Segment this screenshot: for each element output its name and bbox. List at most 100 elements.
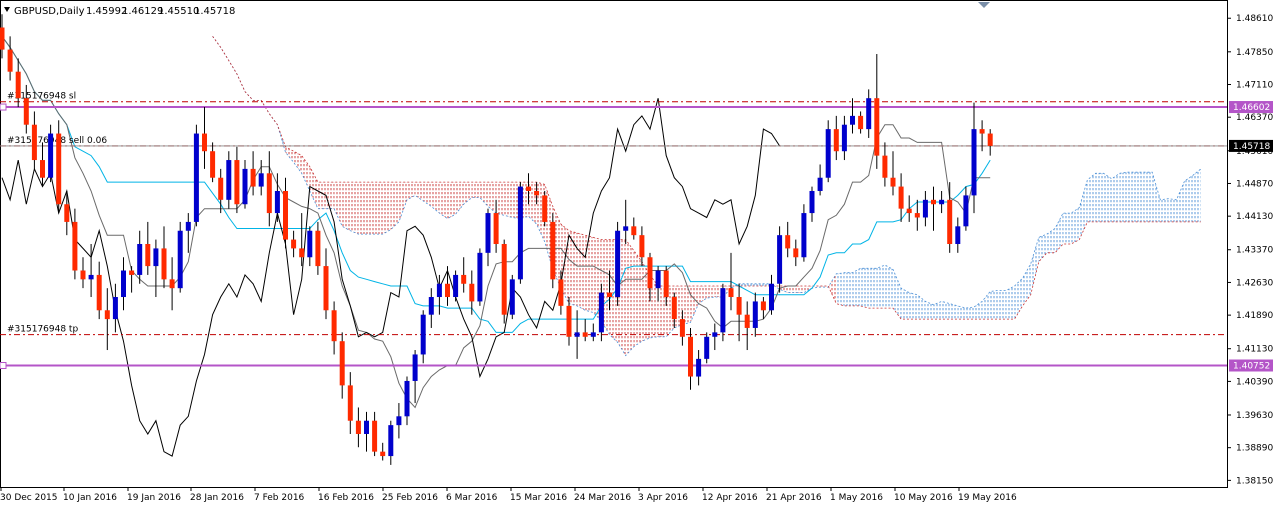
price-tick-label: 1.38890 — [1236, 444, 1273, 454]
candle-body — [23, 98, 29, 125]
cloud-segment — [941, 301, 950, 320]
candle-body — [64, 204, 70, 222]
candle-body — [898, 186, 904, 209]
candle-body — [623, 226, 629, 231]
candle-body — [339, 341, 345, 386]
chikou-span-line — [1, 98, 781, 457]
candle-body — [250, 168, 256, 187]
time-axis[interactable]: 30 Dec 2015 10 Jan 2016 19 Jan 2016 28 Jan … — [0, 487, 1017, 503]
candle-body — [315, 230, 321, 267]
cloud-segment — [1192, 168, 1201, 222]
candle-body — [777, 235, 783, 284]
price-tick-label: 1.44870 — [1236, 179, 1273, 189]
cloud-segment — [245, 91, 254, 101]
candle-body — [258, 173, 264, 187]
candle-body — [477, 252, 483, 302]
candle-body — [364, 420, 369, 434]
candle-body — [906, 208, 912, 214]
level-handle — [0, 103, 7, 111]
price-axis[interactable]: 1.486101.478501.471101.463701.456101.448… — [1227, 14, 1273, 486]
price-badge-label: 1.45718 — [1233, 142, 1270, 152]
cloud-segment — [350, 182, 359, 235]
cloud-segment — [1071, 207, 1080, 244]
candle-body — [558, 279, 564, 306]
cloud-segment — [1136, 172, 1145, 222]
candle-body — [931, 199, 936, 205]
candle-body — [736, 297, 742, 315]
candle-body — [655, 270, 661, 289]
cloud-segment — [1176, 181, 1185, 222]
candle-body — [48, 133, 54, 178]
cloud-segment — [982, 291, 991, 320]
cloud-segment — [1030, 237, 1039, 295]
cloud-segment — [949, 303, 958, 320]
cloud-segment — [1111, 173, 1120, 222]
cloud-segment — [301, 155, 310, 191]
cloud-segment — [585, 235, 594, 313]
cloud-segment — [787, 285, 796, 293]
candle-body — [914, 213, 920, 218]
chart-shift-marker-icon[interactable] — [978, 2, 990, 8]
cloud-segment — [1168, 198, 1177, 222]
candle-body — [712, 332, 718, 337]
time-tick-label: 10 May 2016 — [894, 493, 953, 503]
candle-body — [307, 230, 313, 258]
time-tick-label: 15 Mar 2016 — [510, 493, 567, 503]
cloud-segment — [463, 182, 472, 205]
candle-body — [274, 190, 280, 214]
symbol-label: GBPUSD,Daily — [14, 6, 85, 17]
cloud-segment — [795, 285, 804, 293]
candle-body — [226, 160, 232, 200]
time-tick-label: 1 May 2016 — [830, 493, 883, 503]
cloud-segment — [690, 285, 699, 323]
candle-body — [436, 283, 442, 298]
candle-body — [347, 385, 353, 421]
candle-body — [947, 199, 953, 244]
candle-body — [202, 133, 207, 152]
cloud-segment — [479, 182, 488, 207]
candle-body — [96, 274, 102, 311]
candle-body — [882, 155, 888, 178]
candle-body — [291, 239, 297, 249]
time-tick-label: 19 May 2016 — [958, 493, 1017, 503]
price-tick-label: 1.47110 — [1236, 81, 1273, 91]
candle-body — [987, 133, 993, 146]
candle-body — [266, 173, 272, 214]
candle-body — [566, 305, 572, 337]
time-tick-label: 6 Mar 2016 — [446, 493, 498, 503]
candle-body — [461, 274, 467, 284]
candle-body — [663, 270, 669, 298]
candle-body — [355, 420, 361, 434]
candle-body — [485, 213, 491, 253]
cloud-segment — [698, 285, 707, 304]
cloud-segment — [1095, 173, 1104, 222]
dropdown-triangle-icon[interactable] — [4, 7, 10, 12]
candle-body — [40, 160, 45, 178]
candle-body — [72, 221, 78, 271]
candlestick-series — [0, 14, 993, 465]
candle-body — [331, 310, 337, 342]
chart-window[interactable]: #315176948 sl#315176948 sell 0.06#315176… — [0, 0, 1274, 510]
candle-body — [517, 186, 523, 280]
cloud-segment — [933, 301, 942, 320]
price-badge-label: 1.40752 — [1233, 362, 1270, 372]
cloud-segment — [957, 305, 966, 320]
cloud-segment — [317, 182, 326, 209]
candle-body — [15, 71, 21, 99]
senkou-span-b — [212, 36, 1201, 320]
cloud-segment — [1103, 173, 1112, 222]
candle-body — [598, 292, 604, 333]
candle-body — [728, 288, 734, 298]
candle-body — [169, 279, 175, 289]
cloud-segment — [852, 268, 861, 306]
cloud-segment — [1087, 173, 1096, 222]
candle-body — [420, 314, 426, 355]
candle-body — [121, 270, 126, 298]
candle-body — [809, 190, 815, 214]
cloud-segment — [868, 268, 877, 309]
gbpusd-daily-chart[interactable]: #315176948 sl#315176948 sell 0.06#315176… — [0, 0, 1274, 510]
candle-body — [922, 199, 928, 218]
cloud-segment — [893, 269, 902, 320]
cloud-segment — [577, 232, 586, 311]
candle-body — [283, 190, 288, 240]
